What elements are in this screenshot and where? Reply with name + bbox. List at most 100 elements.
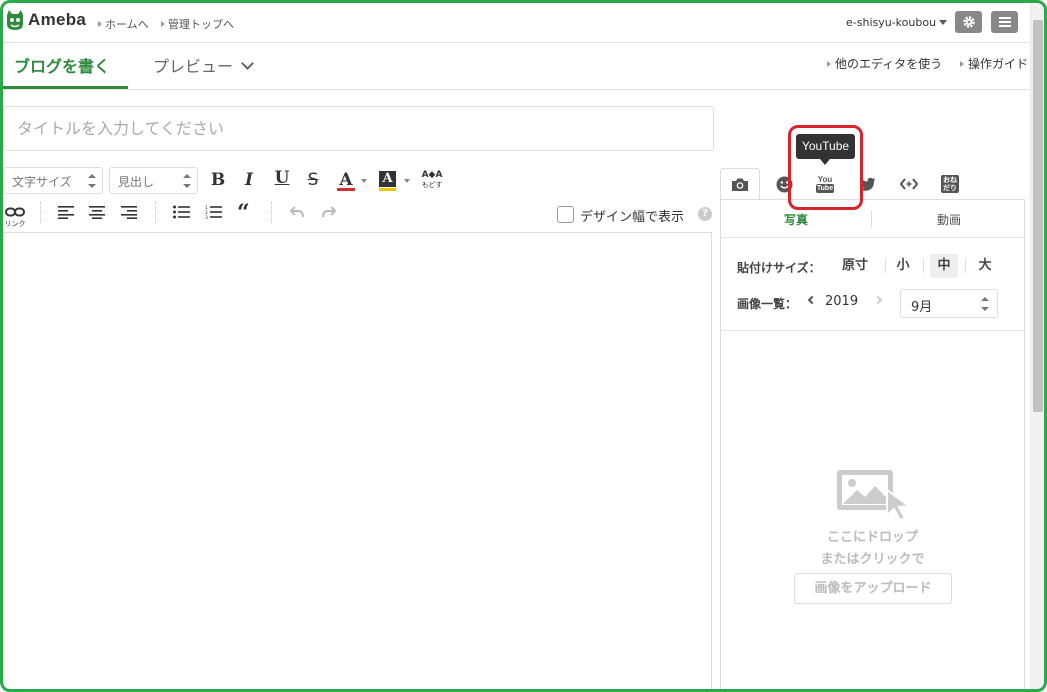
arrow-right-icon xyxy=(827,60,831,67)
drop-text-line2: またはクリックで xyxy=(820,552,925,567)
home-link[interactable]: ホームへ xyxy=(98,16,149,32)
year-display: 2019 xyxy=(825,294,859,309)
font-color-bar xyxy=(337,188,355,191)
scrollbar[interactable] xyxy=(1030,0,1044,692)
arrow-right-icon xyxy=(161,21,165,27)
size-separator xyxy=(885,258,886,273)
undo-icon[interactable] xyxy=(290,206,304,218)
sub-tab-divider xyxy=(871,211,872,227)
admin-top-link-label: 管理トップへ xyxy=(168,18,234,31)
logo-text: Ameba xyxy=(28,10,87,29)
admin-top-link[interactable]: 管理トップへ xyxy=(161,16,234,32)
redo-icon[interactable] xyxy=(322,206,336,218)
scrollbar-thumb[interactable] xyxy=(1033,20,1043,412)
bg-color-button[interactable]: A xyxy=(378,170,398,192)
embed-code-icon xyxy=(900,178,918,190)
camera-icon xyxy=(732,178,748,191)
select-arrows-icon xyxy=(981,297,989,311)
design-width-label: デザイン幅で表示 xyxy=(580,210,685,225)
toolbar-divider xyxy=(155,202,156,224)
media-panel: 写真 動画 貼付けサイズ： 原寸 小 中 大 画像一覧： 2019 9月 ここに… xyxy=(720,199,1025,692)
onedari-icon: おね だり xyxy=(941,175,959,193)
tab-preview[interactable]: プレビュー xyxy=(153,53,254,77)
chevron-down-icon xyxy=(241,56,254,70)
onedari-icon-text-top: おね xyxy=(943,176,957,184)
tab-onedari[interactable]: おね だり xyxy=(930,168,970,200)
guide-link[interactable]: 操作ガイド xyxy=(960,55,1028,72)
drop-text-line1: ここにドロップ xyxy=(826,530,918,545)
ameba-logo[interactable]: Ameba xyxy=(5,9,86,31)
image-upload-icon xyxy=(837,470,912,520)
font-color-button[interactable]: A xyxy=(337,170,355,192)
top-bar: Ameba ホームへ 管理トップへ e-shisyu-koubou xyxy=(0,0,1030,43)
month-select[interactable]: 9月 xyxy=(900,289,998,318)
blockquote-icon[interactable]: “ xyxy=(237,200,250,226)
tab-preview-label: プレビュー xyxy=(153,57,234,76)
other-editor-label: 他のエディタを使う xyxy=(835,57,943,71)
reset-format-button[interactable]: A◆A もどす xyxy=(419,170,445,194)
font-size-select-label: 文字サイズ xyxy=(12,175,72,189)
guide-label: 操作ガイド xyxy=(968,57,1029,71)
other-editor-link[interactable]: 他のエディタを使う xyxy=(827,55,942,72)
image-list-label: 画像一覧： xyxy=(737,297,798,311)
tab-photo[interactable] xyxy=(720,168,760,200)
design-width-checkbox[interactable] xyxy=(557,206,574,223)
numbered-list-icon[interactable]: 123 xyxy=(205,205,222,219)
tab-write-blog[interactable]: ブログを書く xyxy=(14,53,110,77)
reset-format-label-top: A◆A xyxy=(421,170,443,180)
caret-down-icon[interactable] xyxy=(404,179,410,183)
help-icon[interactable]: ? xyxy=(698,207,712,221)
link-label: リンク xyxy=(4,220,26,228)
heading-select-label: 見出し xyxy=(118,175,155,189)
gear-icon xyxy=(962,16,975,28)
toolbar-divider xyxy=(271,202,272,224)
arrow-right-icon xyxy=(98,21,102,27)
menu-button[interactable] xyxy=(991,11,1018,33)
caret-down-icon[interactable] xyxy=(361,179,367,183)
link-icon xyxy=(5,207,25,217)
sub-tab-photo[interactable]: 写真 xyxy=(784,211,808,228)
arrow-right-icon xyxy=(960,60,964,67)
size-separator xyxy=(965,258,966,273)
prev-year-icon[interactable] xyxy=(807,295,817,305)
settings-button[interactable] xyxy=(955,11,982,33)
home-link-label: ホームへ xyxy=(105,18,149,31)
select-arrows-icon xyxy=(88,174,96,188)
user-menu[interactable]: e-shisyu-koubou xyxy=(846,16,948,29)
caret-down-icon xyxy=(939,20,948,25)
size-option-medium[interactable]: 中 xyxy=(930,254,958,278)
hamburger-icon xyxy=(998,17,1011,27)
onedari-icon-text-bottom: だり xyxy=(943,184,957,192)
size-option-original[interactable]: 原寸 xyxy=(837,254,873,278)
title-input[interactable] xyxy=(3,106,714,151)
active-tab-indicator xyxy=(0,86,128,89)
size-option-small[interactable]: 小 xyxy=(891,254,915,278)
size-option-large[interactable]: 大 xyxy=(973,254,997,278)
link-button[interactable]: リンク xyxy=(3,202,27,228)
select-arrows-icon xyxy=(183,174,191,188)
next-year-icon[interactable] xyxy=(873,295,883,305)
bold-button[interactable]: B xyxy=(210,170,226,190)
upload-image-button[interactable]: 画像をアップロード xyxy=(794,573,952,604)
reset-format-label-bottom: もどす xyxy=(421,181,443,189)
username: e-shisyu-koubou xyxy=(846,16,937,29)
size-separator xyxy=(923,258,924,273)
media-sub-tabs: 写真 動画 xyxy=(721,200,1024,238)
font-color-letter: A xyxy=(339,170,353,190)
annotation-highlight xyxy=(788,125,863,210)
font-size-select[interactable]: 文字サイズ xyxy=(3,167,103,194)
ameba-logo-icon xyxy=(7,10,23,30)
align-left-icon[interactable] xyxy=(58,205,74,219)
toolbar-divider xyxy=(40,202,41,224)
tab-embed[interactable] xyxy=(889,168,929,200)
underline-button[interactable]: U xyxy=(273,168,291,188)
align-right-icon[interactable] xyxy=(121,205,137,219)
heading-select[interactable]: 見出し xyxy=(109,167,198,194)
align-center-icon[interactable] xyxy=(89,205,105,219)
svg-text:3: 3 xyxy=(205,215,208,219)
bullet-list-icon[interactable] xyxy=(173,205,190,219)
strikethrough-button[interactable]: S xyxy=(305,170,321,190)
sub-tab-video[interactable]: 動画 xyxy=(937,211,961,228)
italic-button[interactable]: I xyxy=(241,170,257,190)
editor-body[interactable] xyxy=(3,232,712,692)
